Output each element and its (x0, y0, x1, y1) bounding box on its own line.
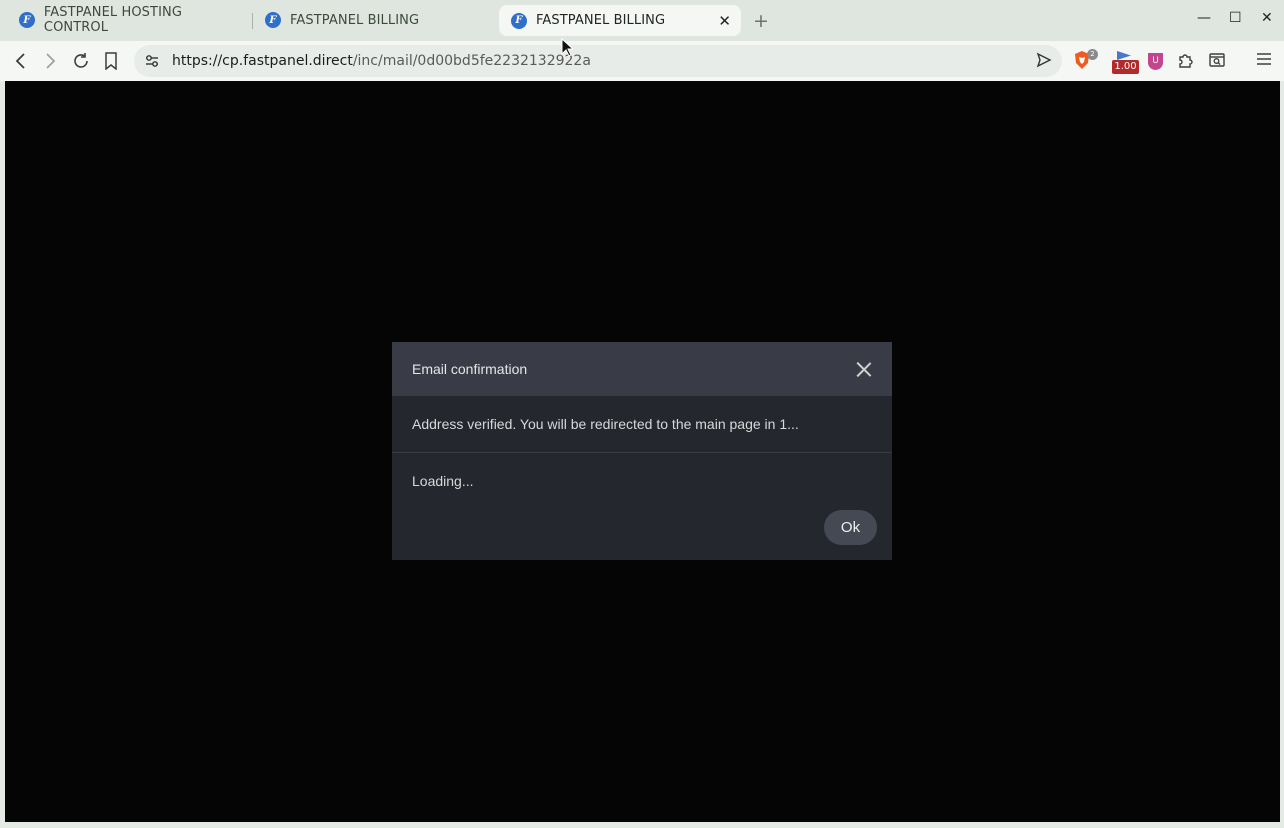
price-extension-badge[interactable]: 1.00 (1112, 60, 1139, 74)
extensions-icon[interactable] (1177, 51, 1195, 69)
price-extension-flag-icon[interactable] (1117, 51, 1131, 60)
fastpanel-favicon-icon: F (511, 12, 527, 29)
window-close-icon[interactable]: ✕ (1261, 10, 1273, 26)
dialog-divider (392, 452, 892, 453)
browser-toolbar: https://cp.fastpanel.direct/inc/mail/0d0… (0, 41, 1284, 81)
tab-fastpanel-hosting-control[interactable]: F FASTPANEL HOSTING CONTROL (19, 2, 249, 38)
fastpanel-favicon-icon: F (265, 12, 281, 28)
dialog-message: Address verified. You will be redirected… (412, 416, 799, 432)
new-tab-icon[interactable]: + (753, 10, 769, 32)
maximize-icon[interactable]: ☐ (1229, 10, 1242, 26)
forward-icon[interactable] (42, 52, 58, 70)
fastpanel-favicon-icon: F (19, 12, 35, 28)
address-bar[interactable]: https://cp.fastpanel.direct/inc/mail/0d0… (134, 45, 1062, 77)
tab-separator (252, 13, 253, 29)
minimize-icon[interactable]: — (1197, 10, 1211, 26)
tab-title: FASTPANEL BILLING (290, 12, 420, 28)
mouse-cursor-icon (561, 38, 573, 57)
url-host: https://cp.fastpanel.direct (172, 53, 353, 69)
dialog-title: Email confirmation (412, 361, 528, 377)
close-icon[interactable] (855, 360, 873, 378)
close-tab-icon[interactable]: ✕ (718, 12, 731, 30)
reload-icon[interactable] (72, 52, 90, 70)
tab-title: FASTPANEL HOSTING CONTROL (43, 5, 183, 35)
ok-button[interactable]: Ok (824, 510, 877, 545)
menu-icon[interactable] (1256, 51, 1272, 67)
ublock-shield-icon[interactable]: U (1148, 53, 1163, 70)
tab-title: FASTPANEL BILLING (536, 13, 666, 28)
loading-text: Loading... (412, 473, 474, 489)
search-tabs-icon[interactable] (1208, 51, 1226, 69)
tab-bar: F FASTPANEL HOSTING CONTROL F FASTPANEL … (0, 0, 1284, 41)
extension-badge-count: 2 (1087, 49, 1098, 60)
email-confirmation-dialog: Email confirmation Address verified. You… (392, 342, 892, 560)
url-path: /inc/mail/0d00bd5fe2232132922a (352, 53, 591, 69)
tab-fastpanel-billing-active[interactable]: F FASTPANEL BILLING ✕ (499, 5, 741, 36)
send-icon[interactable] (1036, 52, 1052, 68)
page-viewport: Email confirmation Address verified. You… (5, 81, 1280, 822)
bookmark-icon[interactable] (104, 52, 118, 70)
site-settings-icon[interactable] (144, 53, 160, 69)
tab-fastpanel-billing[interactable]: F FASTPANEL BILLING (265, 2, 495, 38)
url-text[interactable]: https://cp.fastpanel.direct/inc/mail/0d0… (172, 53, 591, 69)
dialog-header: Email confirmation (392, 342, 892, 396)
back-icon[interactable] (13, 52, 29, 70)
